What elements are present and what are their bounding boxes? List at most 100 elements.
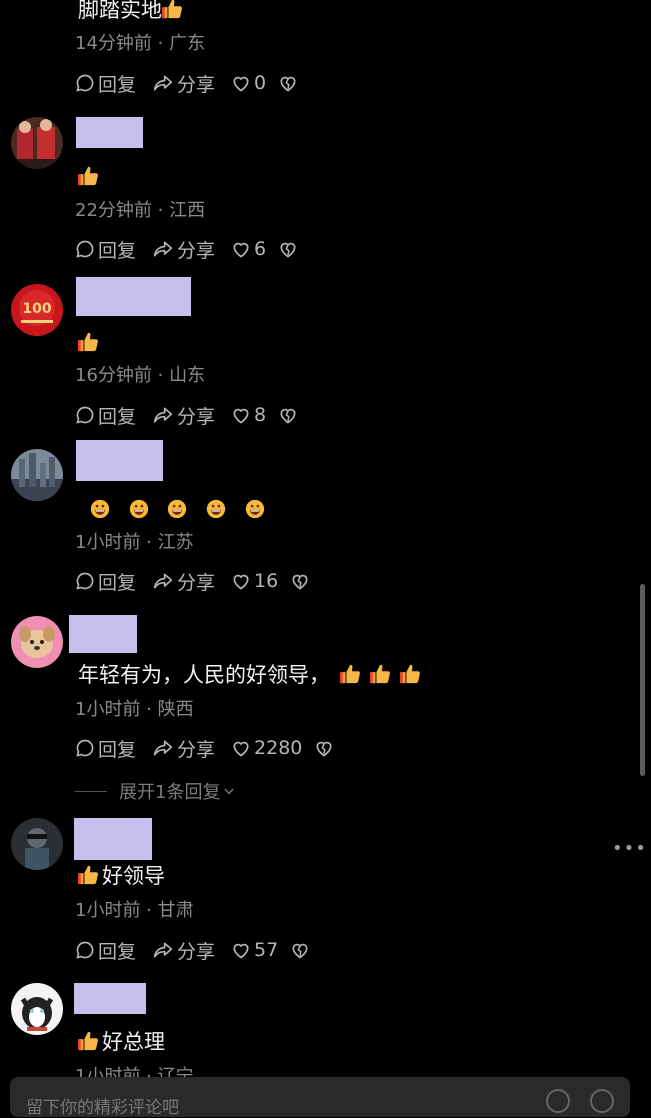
reply-label: 回复: [98, 571, 137, 594]
like-count: 8: [254, 404, 267, 426]
heart-icon: [233, 76, 249, 92]
broken-heart-icon: [292, 943, 308, 959]
reply-button[interactable]: 回复: [75, 402, 136, 429]
comment-text: 好总理: [102, 1030, 165, 1054]
username-redacted[interactable]: [76, 117, 143, 148]
share-label: 分享: [177, 239, 216, 262]
username-redacted[interactable]: [74, 983, 146, 1014]
comment-input-placeholder: 留下你的精彩评论吧: [26, 1098, 179, 1118]
share-button[interactable]: 分享: [152, 937, 215, 964]
like-count: 2280: [254, 737, 303, 759]
dislike-button[interactable]: [278, 239, 301, 259]
like-button[interactable]: 57: [231, 939, 278, 961]
scrollbar[interactable]: [640, 584, 645, 776]
thumbs-up-icon: [370, 663, 392, 692]
grin-emoji-icon: [90, 497, 117, 521]
reply-label: 回复: [98, 73, 137, 96]
expand-replies-button[interactable]: 展开1条回复: [75, 778, 236, 804]
expand-replies-label: 展开1条回复: [119, 782, 221, 803]
username-redacted[interactable]: [76, 277, 191, 316]
reply-button[interactable]: 回复: [75, 735, 136, 762]
more-options-icon[interactable]: •••: [612, 838, 647, 859]
broken-heart-icon: [316, 741, 332, 757]
share-button[interactable]: 分享: [152, 402, 215, 429]
reply-button[interactable]: 回复: [75, 568, 136, 595]
share-icon: [153, 407, 173, 423]
comment-actions: 回复 分享 16: [75, 567, 329, 595]
like-button[interactable]: 16: [231, 570, 278, 592]
share-label: 分享: [177, 738, 216, 761]
reply-icon: [76, 941, 94, 959]
heart-icon: [233, 242, 249, 258]
heart-icon: [233, 741, 249, 757]
like-count: 0: [254, 72, 267, 94]
like-count: 16: [254, 570, 279, 592]
comment-meta: 22分钟前 · 江西: [75, 200, 206, 221]
dislike-button[interactable]: [314, 738, 337, 758]
username-redacted[interactable]: [69, 615, 137, 653]
comment-meta: 1小时前 · 陕西: [75, 699, 194, 720]
avatar[interactable]: [11, 818, 63, 870]
thumbs-up-icon: [78, 165, 100, 194]
like-button[interactable]: 6: [231, 238, 266, 260]
avatar[interactable]: [11, 449, 63, 501]
heart-icon: [233, 408, 249, 424]
reply-button[interactable]: 回复: [75, 70, 136, 97]
reply-button[interactable]: 回复: [75, 937, 136, 964]
comment-actions: 回复 分享 2280: [75, 734, 353, 762]
grin-emoji-icon: [167, 497, 194, 521]
comment-actions: 回复 分享 8: [75, 401, 317, 429]
share-icon: [153, 241, 173, 257]
thumbs-up-icon: [78, 331, 100, 360]
like-button[interactable]: 2280: [231, 737, 302, 759]
broken-heart-icon: [280, 76, 296, 92]
dislike-button[interactable]: [278, 73, 301, 93]
emoji-icon[interactable]: [590, 1089, 614, 1113]
comment-text: 好领导: [102, 864, 165, 888]
mention-icon[interactable]: [546, 1089, 570, 1113]
share-button[interactable]: 分享: [152, 236, 215, 263]
reply-label: 回复: [98, 239, 137, 262]
avatar[interactable]: 100: [11, 284, 63, 336]
thumbs-up-icon: [340, 663, 362, 692]
share-button[interactable]: 分享: [152, 70, 215, 97]
share-label: 分享: [177, 405, 216, 428]
thumbs-up-icon: [78, 864, 100, 893]
share-icon: [153, 75, 173, 91]
divider: [75, 790, 107, 792]
comment-meta: 14分钟前 · 广东: [75, 33, 206, 54]
share-button[interactable]: 分享: [152, 568, 215, 595]
comment-actions: 回复 分享 0: [75, 69, 317, 97]
reply-icon: [76, 240, 94, 258]
like-button[interactable]: 8: [231, 404, 266, 426]
reply-label: 回复: [98, 940, 137, 963]
dislike-button[interactable]: [278, 405, 301, 425]
reply-icon: [76, 406, 94, 424]
grin-emoji-icon: [245, 497, 265, 521]
dislike-button[interactable]: [290, 940, 313, 960]
reply-label: 回复: [98, 738, 137, 761]
thumbs-up-icon: [78, 1030, 100, 1059]
avatar[interactable]: [11, 616, 63, 668]
grin-emoji-icon: [206, 497, 233, 521]
avatar[interactable]: [11, 117, 63, 169]
reply-button[interactable]: 回复: [75, 236, 136, 263]
comment-actions: 回复 分享 6: [75, 235, 317, 263]
comment-meta: 1小时前 · 甘肃: [75, 900, 194, 921]
username-redacted[interactable]: [76, 440, 163, 481]
reply-icon: [76, 739, 94, 757]
share-button[interactable]: 分享: [152, 735, 215, 762]
like-count: 57: [254, 939, 279, 961]
share-label: 分享: [177, 73, 216, 96]
share-icon: [153, 740, 173, 756]
chevron-down-icon: [224, 788, 235, 795]
comment-input[interactable]: 留下你的精彩评论吧: [10, 1077, 630, 1118]
like-button[interactable]: 0: [231, 72, 266, 94]
avatar[interactable]: [11, 983, 63, 1035]
dislike-button[interactable]: [290, 571, 313, 591]
username-redacted[interactable]: [74, 818, 152, 860]
comment-actions: 回复 分享 57: [75, 936, 329, 964]
share-label: 分享: [177, 571, 216, 594]
reply-label: 回复: [98, 405, 137, 428]
heart-icon: [233, 574, 249, 590]
